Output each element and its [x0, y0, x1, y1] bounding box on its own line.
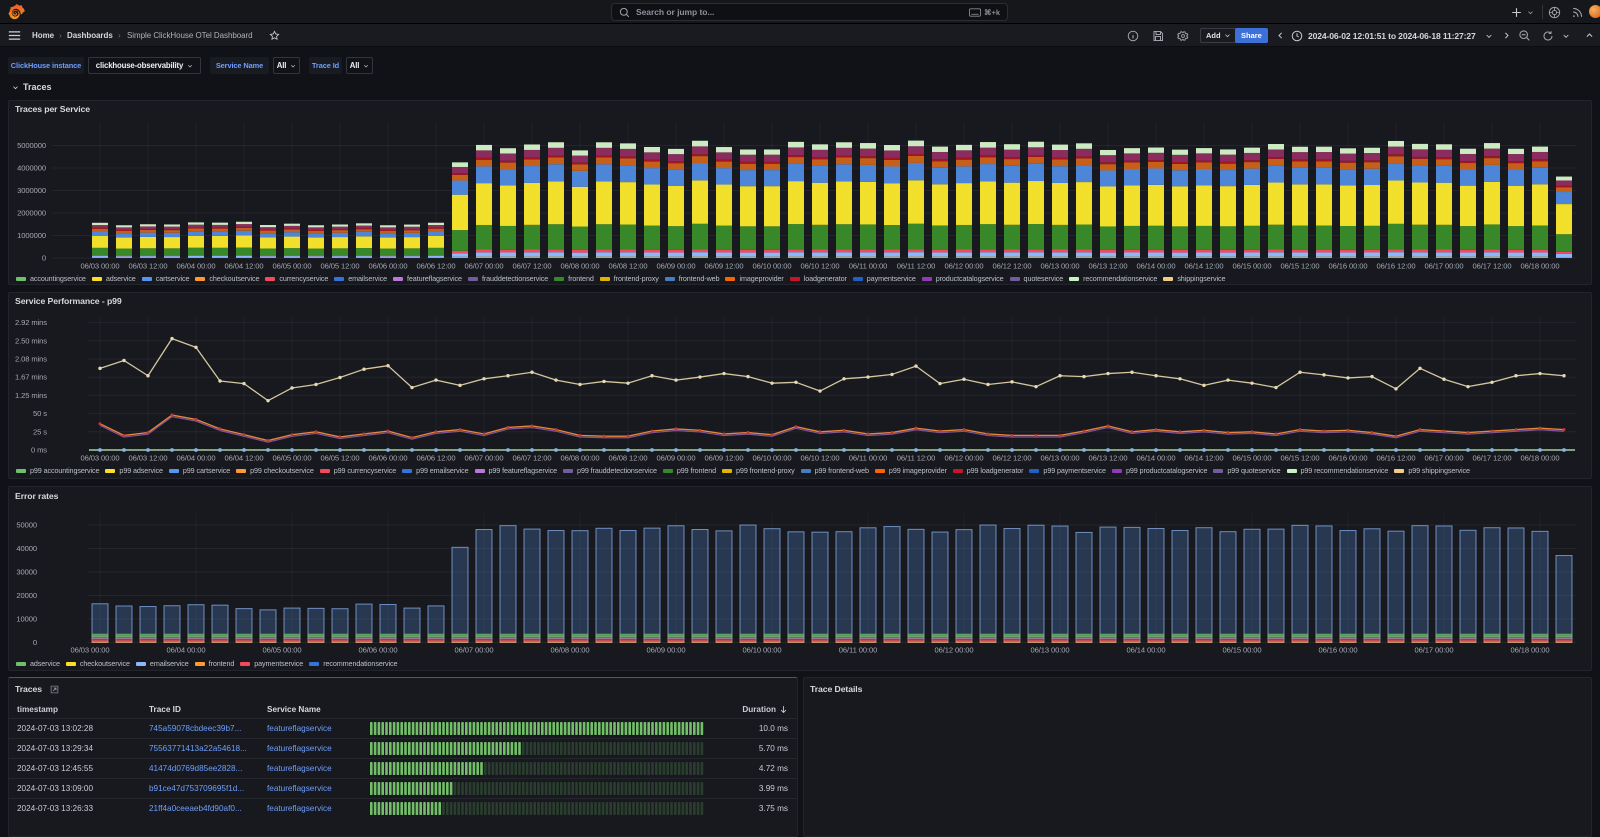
- svg-text:06/09 00:00: 06/09 00:00: [646, 646, 685, 655]
- svg-text:40000: 40000: [16, 544, 37, 553]
- svg-text:06/04 00:00: 06/04 00:00: [166, 646, 205, 655]
- svg-text:06/07 00:00: 06/07 00:00: [454, 646, 493, 655]
- svg-text:06/11 00:00: 06/11 00:00: [839, 646, 877, 655]
- svg-text:06/14 00:00: 06/14 00:00: [1126, 646, 1165, 655]
- svg-text:06/12 00:00: 06/12 00:00: [934, 646, 973, 655]
- svg-text:06/18 00:00: 06/18 00:00: [1510, 646, 1549, 655]
- svg-text:06/08 00:00: 06/08 00:00: [550, 646, 589, 655]
- svg-text:06/17 00:00: 06/17 00:00: [1414, 646, 1453, 655]
- svg-text:06/15 00:00: 06/15 00:00: [1222, 646, 1261, 655]
- svg-text:30000: 30000: [16, 568, 37, 577]
- svg-text:06/03 00:00: 06/03 00:00: [70, 646, 109, 655]
- svg-text:50000: 50000: [16, 521, 37, 530]
- svg-text:10000: 10000: [16, 615, 37, 624]
- svg-text:06/06 00:00: 06/06 00:00: [358, 646, 397, 655]
- svg-text:06/05 00:00: 06/05 00:00: [262, 646, 301, 655]
- svg-text:20000: 20000: [16, 591, 37, 600]
- svg-text:0: 0: [33, 638, 37, 647]
- svg-text:06/10 00:00: 06/10 00:00: [742, 646, 781, 655]
- svg-text:06/13 00:00: 06/13 00:00: [1030, 646, 1069, 655]
- svg-text:06/16 00:00: 06/16 00:00: [1318, 646, 1357, 655]
